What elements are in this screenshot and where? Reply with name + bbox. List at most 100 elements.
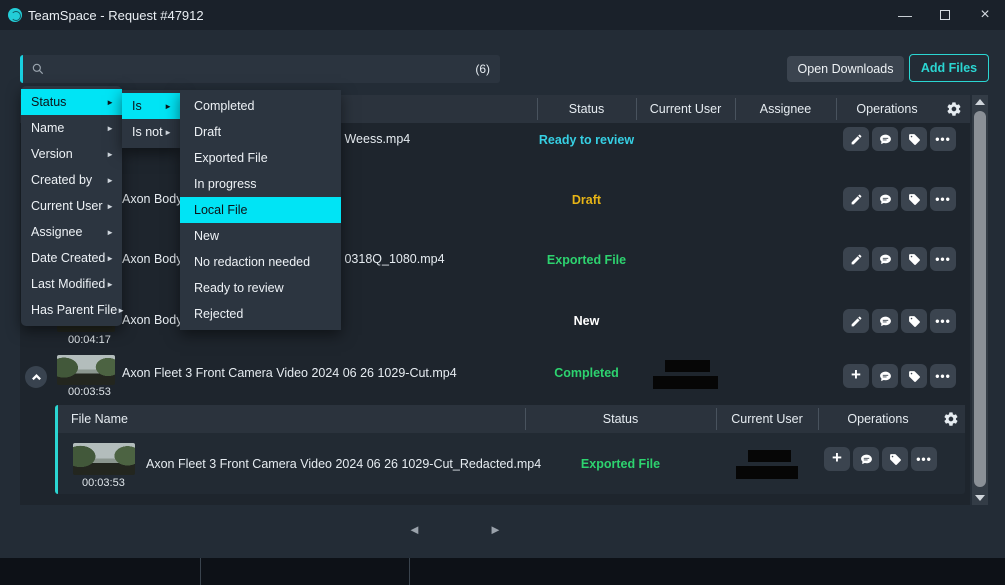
vertical-scrollbar[interactable] [972, 95, 988, 505]
menu-item-ready-to-review[interactable]: Ready to review [180, 275, 341, 301]
window-title: TeamSpace - Request #47912 [28, 8, 204, 23]
menu-item-label: Completed [194, 99, 254, 113]
video-thumbnail[interactable] [57, 355, 115, 385]
child-table-row[interactable]: 00:03:53 Axon Fleet 3 Front Camera Video… [58, 433, 965, 493]
column-header-current-user[interactable]: Current User [636, 95, 735, 123]
table-row-expanded[interactable]: 00:03:53 Axon Fleet 3 Front Camera Video… [20, 347, 970, 405]
column-header-filename[interactable]: File Name [71, 405, 128, 433]
more-options-button[interactable]: ••• [930, 127, 956, 151]
edit-button[interactable] [843, 187, 869, 211]
child-table-header: File Name Status Current User Operations [58, 405, 965, 433]
menu-item-current-user[interactable]: Current User► [21, 193, 122, 219]
menu-item-rejected[interactable]: Rejected [180, 301, 341, 327]
status-badge: Exported File [537, 253, 636, 267]
comment-button[interactable] [872, 127, 898, 151]
child-files-panel: File Name Status Current User Operations… [55, 405, 965, 494]
comment-button[interactable] [872, 309, 898, 333]
menu-item-in-progress[interactable]: In progress [180, 171, 341, 197]
menu-item-is[interactable]: Is► [122, 93, 180, 119]
menu-item-label: Created by [31, 173, 92, 187]
menu-item-label: Draft [194, 125, 221, 139]
menu-item-completed[interactable]: Completed [180, 93, 341, 119]
title-bar: TeamSpace - Request #47912 — × [0, 0, 1005, 30]
collapse-row-button[interactable] [25, 366, 47, 388]
redacted-current-user [653, 376, 718, 389]
edit-button[interactable] [843, 127, 869, 151]
column-header-status[interactable]: Status [537, 95, 636, 123]
menu-item-local-file[interactable]: Local File [180, 197, 341, 223]
comment-button[interactable] [872, 247, 898, 271]
scroll-up-button[interactable] [972, 95, 988, 109]
comment-button[interactable] [872, 364, 898, 388]
tag-button[interactable] [901, 309, 927, 333]
menu-item-date-created[interactable]: Date Created► [21, 245, 122, 271]
maximize-button[interactable] [925, 0, 965, 30]
more-options-button[interactable]: ••• [930, 247, 956, 271]
redacted-current-user [665, 360, 710, 372]
table-row[interactable]: Axon Body 0318Q_1080.mp4 Exported File •… [20, 243, 970, 303]
table-row[interactable]: Axon Body Draft ••• [20, 183, 970, 243]
file-name: Axon Body [122, 252, 182, 266]
column-settings-gear-icon[interactable] [946, 101, 962, 117]
column-header-operations[interactable]: Operations [836, 95, 938, 123]
menu-item-version[interactable]: Version ► [21, 141, 122, 167]
menu-item-label: Last Modified [31, 277, 105, 291]
tag-button[interactable] [901, 247, 927, 271]
menu-item-label: Name [31, 121, 64, 135]
redacted-current-user [736, 466, 798, 479]
comment-button[interactable] [872, 187, 898, 211]
edit-button[interactable] [843, 309, 869, 333]
video-duration: 00:04:17 [68, 334, 111, 346]
menu-item-name[interactable]: Name► [21, 115, 122, 141]
column-header-assignee[interactable]: Assignee [735, 95, 836, 123]
status-badge: Draft [537, 193, 636, 207]
column-header-current-user[interactable]: Current User [716, 405, 818, 433]
menu-item-has-parent-file[interactable]: Has Parent File► [21, 297, 122, 323]
tag-button[interactable] [882, 447, 908, 471]
menu-item-draft[interactable]: Draft [180, 119, 341, 145]
menu-item-is-not[interactable]: Is not► [122, 119, 180, 145]
tag-button[interactable] [901, 127, 927, 151]
more-options-button[interactable]: ••• [911, 447, 937, 471]
add-button[interactable]: + [843, 364, 869, 388]
column-settings-gear-icon[interactable] [943, 411, 959, 427]
menu-item-assignee[interactable]: Assignee► [21, 219, 122, 245]
more-options-button[interactable]: ••• [930, 364, 956, 388]
app-window: TeamSpace - Request #47912 — × (6) Open … [0, 0, 1005, 585]
menu-item-created-by[interactable]: Created by► [21, 167, 122, 193]
footer-divider [200, 558, 201, 585]
menu-item-exported-file[interactable]: Exported File [180, 145, 341, 171]
previous-page-button[interactable]: ◄ [408, 522, 421, 537]
comment-button[interactable] [853, 447, 879, 471]
menu-item-last-modified[interactable]: Last Modified► [21, 271, 122, 297]
more-options-button[interactable]: ••• [930, 187, 956, 211]
close-button[interactable]: × [965, 0, 1005, 30]
column-header-operations[interactable]: Operations [818, 405, 938, 433]
menu-item-label: Version [31, 147, 73, 161]
menu-item-no-redaction-needed[interactable]: No redaction needed [180, 249, 341, 275]
add-files-button[interactable]: Add Files [909, 54, 989, 82]
minimize-button[interactable]: — [885, 0, 925, 30]
edit-button[interactable] [843, 247, 869, 271]
tag-button[interactable] [901, 187, 927, 211]
menu-item-label: New [194, 229, 219, 243]
menu-item-label: Assignee [31, 225, 82, 239]
column-header-status[interactable]: Status [525, 405, 716, 433]
submenu-arrow-icon: ► [106, 202, 114, 211]
search-input[interactable]: (6) [20, 55, 500, 83]
tag-button[interactable] [901, 364, 927, 388]
video-thumbnail[interactable] [73, 443, 135, 475]
footer-strip [0, 558, 1005, 585]
open-downloads-button[interactable]: Open Downloads [787, 56, 904, 82]
table-row[interactable]: 00:04:17 Axon Body 3 Video 2024 .mp4 New… [20, 303, 970, 347]
more-options-button[interactable]: ••• [930, 309, 956, 333]
submenu-arrow-icon: ► [106, 150, 114, 159]
add-button[interactable]: + [824, 447, 850, 471]
scroll-down-button[interactable] [972, 491, 988, 505]
submenu-arrow-icon: ► [106, 280, 114, 289]
menu-item-new[interactable]: New [180, 223, 341, 249]
next-page-button[interactable]: ► [489, 522, 502, 537]
scrollbar-thumb[interactable] [974, 111, 986, 487]
menu-item-status[interactable]: Status► [21, 89, 122, 115]
filter-operator-menu: Is► Is not► [122, 90, 180, 148]
